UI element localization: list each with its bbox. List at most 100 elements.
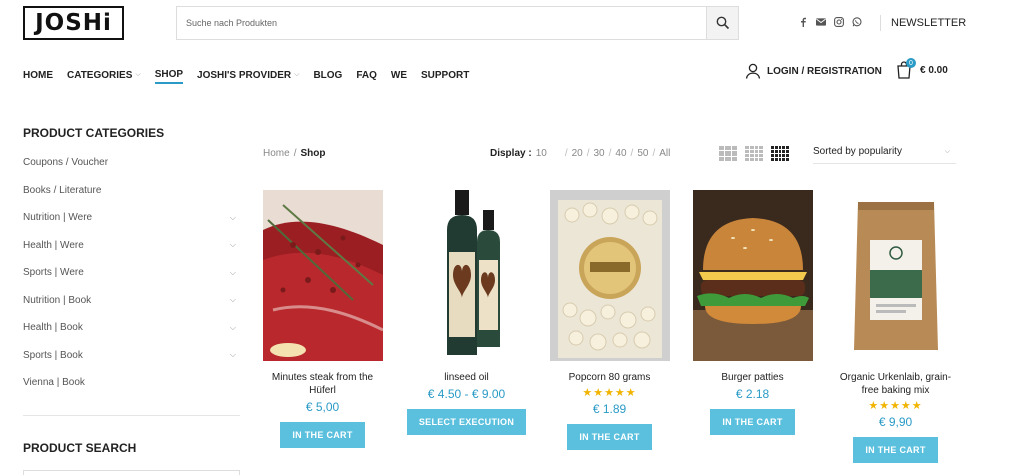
cart-icon: 0 bbox=[896, 58, 916, 79]
per-page-option[interactable]: 10 bbox=[536, 148, 547, 159]
nav-label: SUPPORT bbox=[421, 69, 470, 81]
category-item[interactable]: Sports | Were ⌵ bbox=[23, 259, 240, 287]
per-page-option[interactable]: 40 bbox=[615, 148, 626, 159]
category-item[interactable]: Health | Were ⌵ bbox=[23, 232, 240, 260]
newsletter-link[interactable]: NEWSLETTER bbox=[880, 15, 966, 31]
breadcrumb-separator: / bbox=[293, 148, 297, 159]
add-to-cart-button[interactable]: IN THE CART bbox=[853, 437, 938, 463]
grid-5-columns-icon[interactable] bbox=[771, 146, 789, 161]
category-label: Sports | Book bbox=[23, 349, 83, 361]
category-label: Sports | Were bbox=[23, 267, 84, 279]
search-icon bbox=[716, 16, 729, 30]
product-image-linseed-oil[interactable] bbox=[406, 190, 527, 361]
product-price: € 9,90 bbox=[878, 415, 913, 429]
category-label: Nutrition | Were bbox=[23, 212, 93, 224]
display-label: Display : bbox=[490, 148, 532, 159]
per-page-option[interactable]: All bbox=[659, 148, 670, 159]
product-name[interactable]: linseed oil bbox=[404, 371, 529, 384]
nav-categories[interactable]: CATEGORIES ⌵ bbox=[67, 68, 141, 82]
sidebar-divider bbox=[23, 415, 240, 416]
nav-label: JOSHI'S PROVIDER bbox=[197, 69, 292, 81]
nav-home[interactable]: HOME bbox=[23, 68, 53, 82]
product-name[interactable]: Popcorn 80 grams bbox=[547, 371, 672, 384]
nav-we[interactable]: WE bbox=[391, 68, 407, 82]
login-label: LOGIN / REGISTRATION bbox=[767, 65, 882, 77]
nav-label: WE bbox=[390, 69, 407, 81]
add-to-cart-button[interactable]: IN THE CART bbox=[567, 424, 652, 450]
add-to-cart-button[interactable]: IN THE CART bbox=[710, 409, 795, 435]
per-page-option[interactable]: 50 bbox=[637, 148, 648, 159]
chevron-down-icon[interactable]: ⌵ bbox=[230, 213, 236, 223]
product-price: € 2.18 bbox=[735, 387, 770, 401]
category-list: Coupons / Voucher Books / Literature Nut… bbox=[23, 149, 240, 397]
grid-4-columns-icon[interactable] bbox=[745, 146, 763, 161]
instagram-icon[interactable] bbox=[834, 17, 844, 27]
grid-view-switcher bbox=[719, 146, 789, 161]
nav-faq[interactable]: FAQ bbox=[356, 68, 377, 82]
search-input[interactable] bbox=[177, 7, 706, 39]
add-to-cart-button[interactable]: IN THE CART bbox=[280, 422, 365, 448]
chevron-down-icon: ⌵ bbox=[135, 71, 141, 78]
per-page-option[interactable]: 30 bbox=[594, 148, 605, 159]
product-card: Minutes steak from the Hüferl € 5,00 IN … bbox=[260, 190, 385, 448]
mini-cart[interactable]: 0 € 0.00 bbox=[896, 58, 948, 79]
sort-label: Sorted by popularity bbox=[813, 146, 902, 157]
select-options-button[interactable]: SELECT EXECUTION bbox=[406, 409, 527, 435]
category-item[interactable]: Nutrition | Book ⌵ bbox=[23, 287, 240, 315]
user-icon bbox=[745, 63, 761, 79]
breadcrumb-home[interactable]: Home bbox=[263, 148, 290, 159]
breadcrumb: Home / Shop bbox=[263, 148, 325, 159]
per-page-option[interactable]: 20 bbox=[572, 148, 583, 159]
chevron-down-icon[interactable]: ⌵ bbox=[230, 240, 236, 250]
category-item[interactable]: Books / Literature bbox=[23, 177, 240, 205]
category-label: Books / Literature bbox=[23, 184, 102, 196]
per-page-selector: Display : 10 / 20 / 30 / 40 / 50 / All bbox=[490, 148, 671, 159]
cart-count-badge: 0 bbox=[906, 58, 916, 68]
main-nav: HOME CATEGORIES ⌵ SHOP JOSHI'S PROVIDER ⌵ … bbox=[23, 66, 483, 84]
nav-support[interactable]: SUPPORT bbox=[421, 68, 469, 82]
nav-shop[interactable]: SHOP bbox=[154, 68, 184, 84]
category-item[interactable]: Sports | Book ⌵ bbox=[23, 342, 240, 370]
product-image-popcorn[interactable] bbox=[549, 190, 670, 361]
grid-3-columns-icon[interactable] bbox=[719, 146, 737, 161]
product-search-title: PRODUCT SEARCH bbox=[23, 441, 137, 455]
login-registration-link[interactable]: LOGIN / REGISTRATION bbox=[745, 63, 882, 79]
rating-stars: ★★★★★ bbox=[868, 400, 923, 412]
product-name[interactable]: Minutes steak from the Hüferl bbox=[260, 371, 385, 397]
mail-icon[interactable] bbox=[816, 17, 826, 27]
nav-label: CATEGORIES bbox=[67, 69, 133, 81]
nav-label: SHOP bbox=[154, 69, 184, 80]
product-price: € 4.50 - € 9.00 bbox=[427, 387, 506, 401]
sort-dropdown[interactable]: Sorted by popularity ⌵ bbox=[813, 140, 956, 164]
chevron-down-icon[interactable]: ⌵ bbox=[230, 323, 236, 333]
category-item[interactable]: Coupons / Voucher bbox=[23, 149, 240, 177]
category-label: Nutrition | Book bbox=[23, 294, 92, 306]
category-item[interactable]: Vienna | Book bbox=[23, 369, 240, 397]
product-image-burger[interactable] bbox=[692, 190, 813, 361]
social-links bbox=[798, 17, 862, 27]
facebook-icon[interactable] bbox=[798, 17, 808, 27]
nav-blog[interactable]: BLOG bbox=[313, 68, 342, 82]
chevron-down-icon[interactable]: ⌵ bbox=[230, 295, 236, 305]
site-logo[interactable]: JOSHi bbox=[23, 6, 124, 40]
whatsapp-icon[interactable] bbox=[852, 17, 862, 27]
sidebar-search-input[interactable] bbox=[23, 470, 240, 475]
product-image-baking-mix[interactable] bbox=[835, 190, 956, 361]
chevron-down-icon[interactable]: ⌵ bbox=[230, 268, 236, 278]
product-card: Burger patties € 2.18 IN THE CART bbox=[690, 190, 815, 435]
category-label: Vienna | Book bbox=[23, 377, 85, 389]
product-name[interactable]: Organic Urkenlaib, grain-free baking mix bbox=[833, 371, 958, 397]
category-item[interactable]: Health | Book ⌵ bbox=[23, 314, 240, 342]
cart-total: € 0.00 bbox=[920, 64, 948, 76]
nav-label: FAQ bbox=[356, 69, 377, 81]
nav-joshis-provider[interactable]: JOSHI'S PROVIDER ⌵ bbox=[197, 68, 299, 82]
category-item[interactable]: Nutrition | Were ⌵ bbox=[23, 204, 240, 232]
product-search-bar bbox=[176, 6, 739, 40]
chevron-down-icon: ⌵ bbox=[294, 71, 300, 78]
breadcrumb-current: Shop bbox=[300, 148, 326, 159]
nav-label: BLOG bbox=[313, 69, 343, 81]
chevron-down-icon[interactable]: ⌵ bbox=[230, 350, 236, 360]
search-button[interactable] bbox=[706, 7, 738, 39]
product-image-steak[interactable] bbox=[262, 190, 383, 361]
product-name[interactable]: Burger patties bbox=[690, 371, 815, 384]
